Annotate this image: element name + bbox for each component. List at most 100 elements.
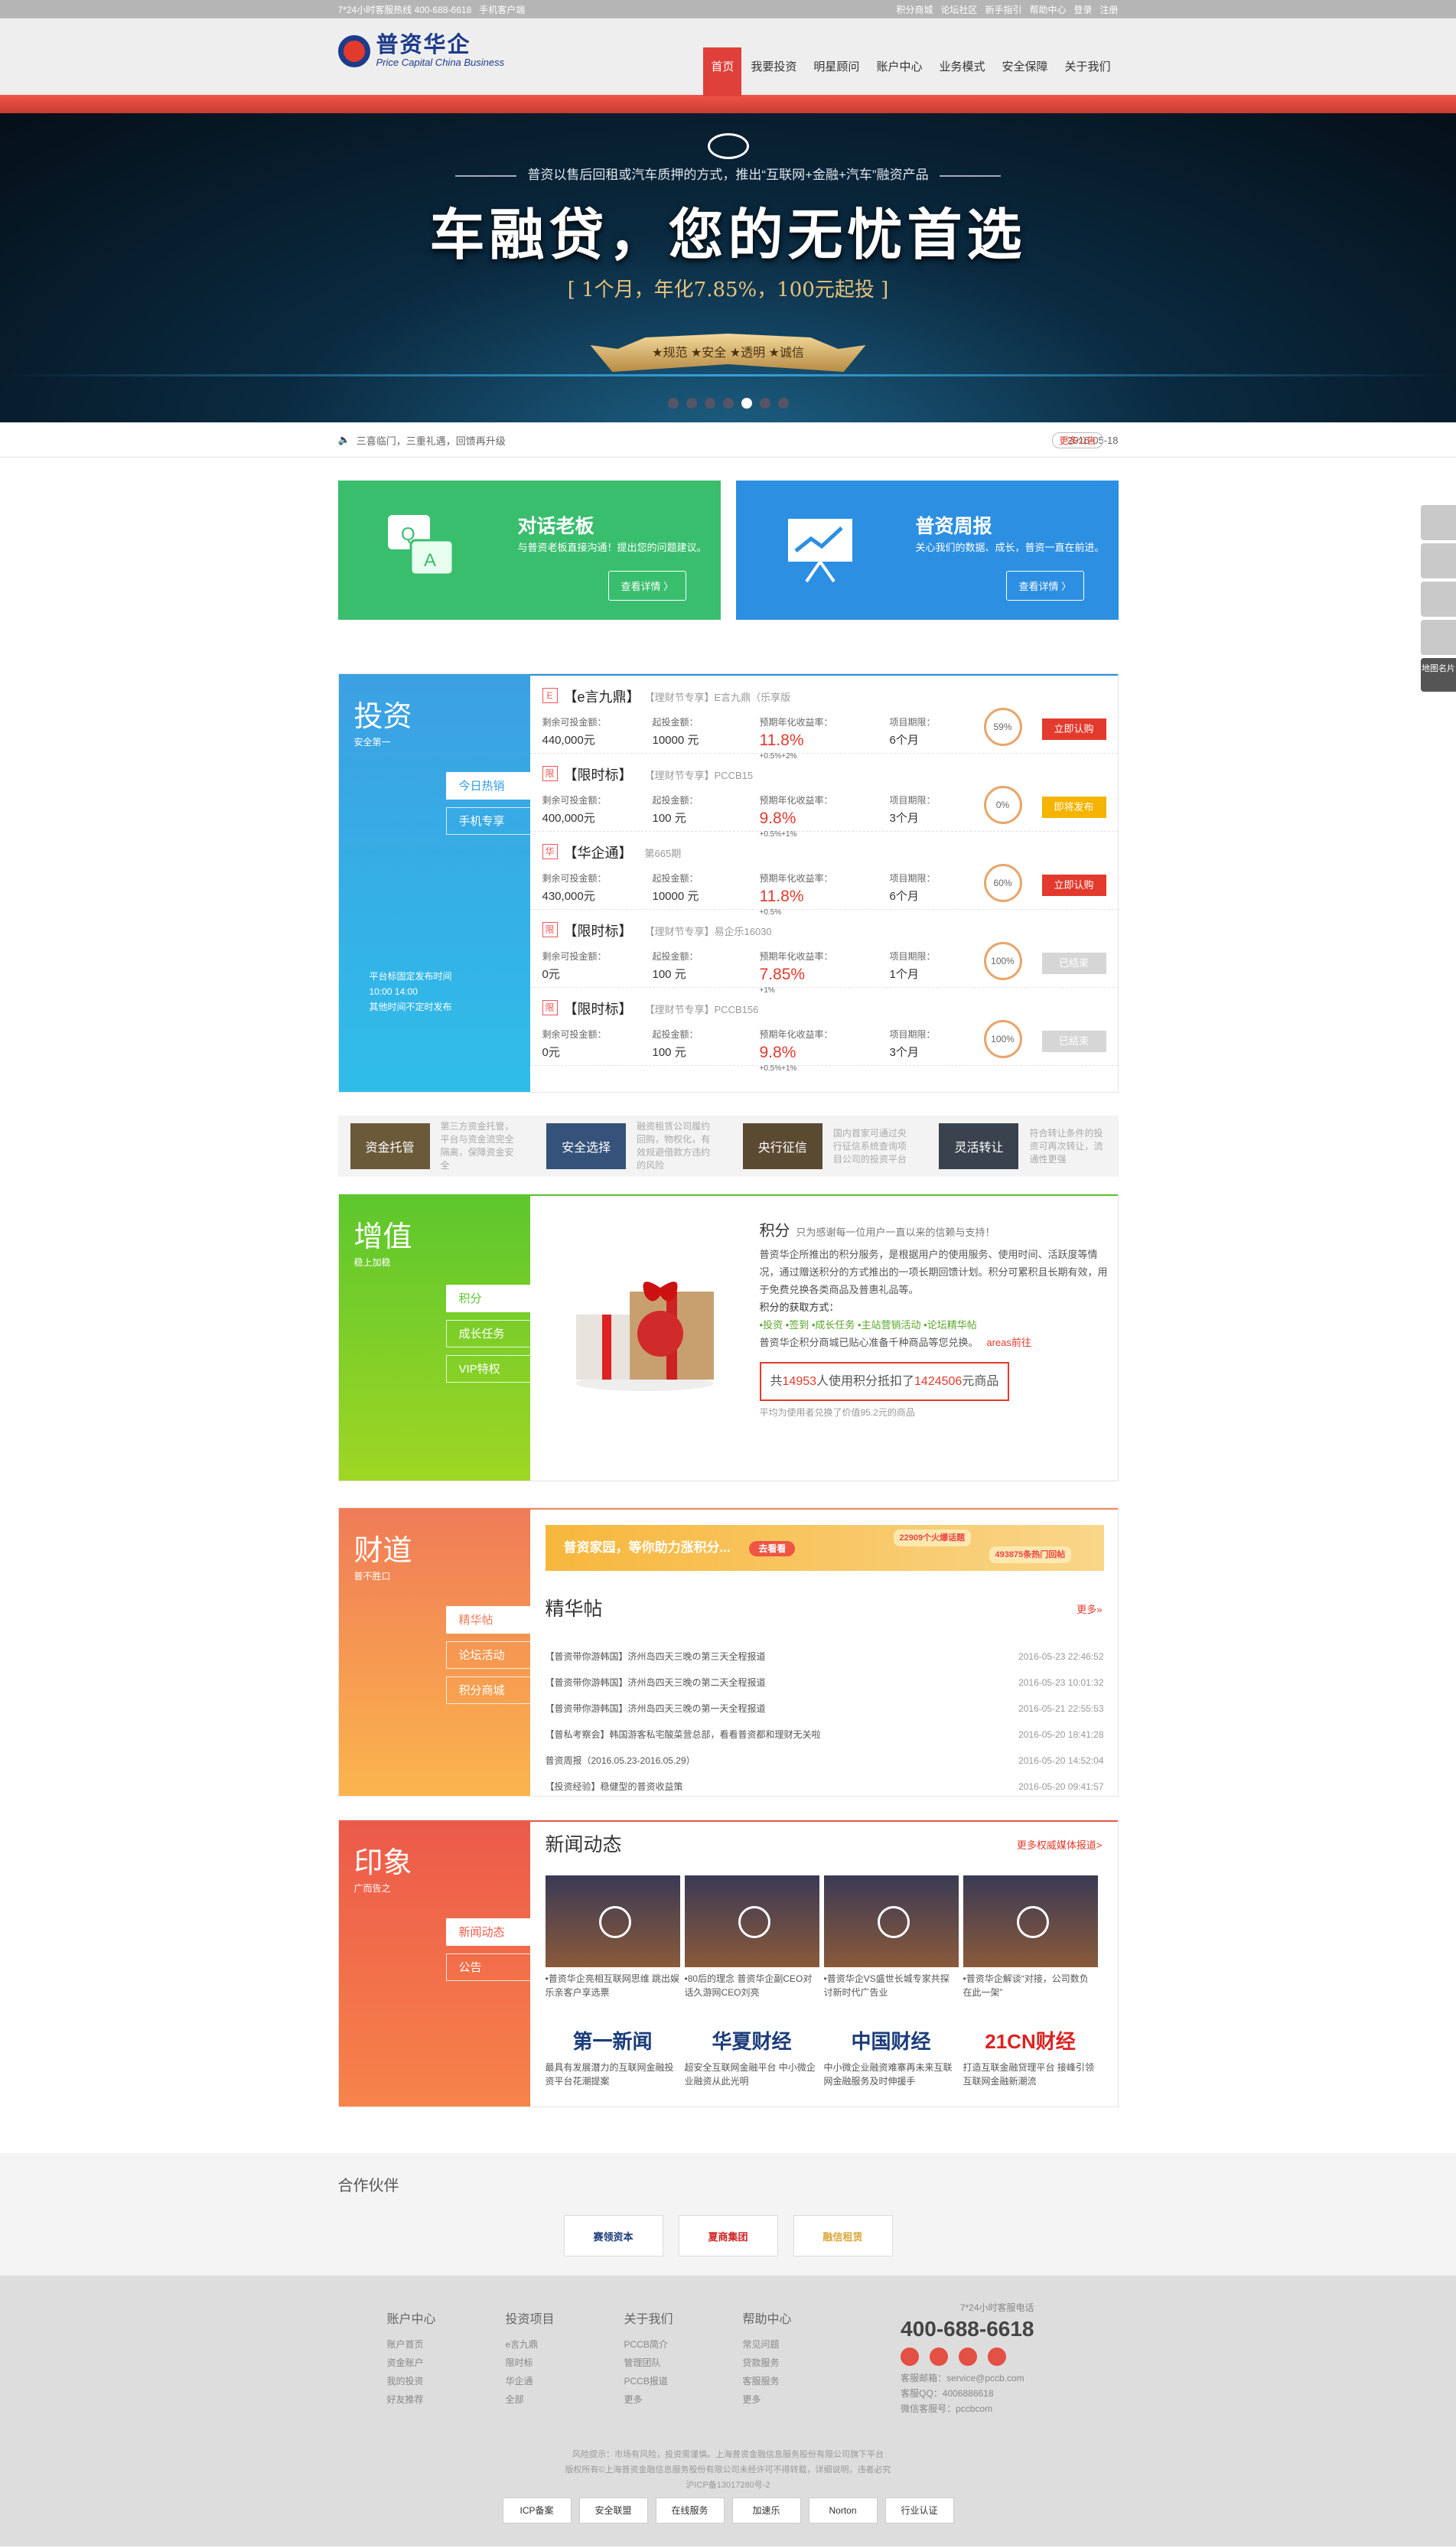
carousel-dot[interactable]	[759, 398, 770, 409]
register-link[interactable]: 注册	[1099, 5, 1118, 15]
qq-icon[interactable]	[959, 2348, 978, 2366]
tab-points-mall[interactable]: 积分商城	[445, 1676, 530, 1704]
more-posts-link[interactable]: 更多»	[1077, 1601, 1102, 1616]
feature-item[interactable]: 资金托管 第三方资金托管，平台与资金流完全隔离，保障资金安全	[338, 1116, 529, 1177]
product-name[interactable]: 【限时标】	[564, 920, 633, 940]
footer-link[interactable]: 贷款服务	[743, 2354, 862, 2372]
invest-button[interactable]: 立即认购	[1041, 718, 1106, 740]
service-icon[interactable]	[1421, 620, 1456, 655]
top-link[interactable]: 帮助中心	[1029, 5, 1066, 15]
footer-link[interactable]: 资金账户	[387, 2354, 506, 2372]
tab-hot[interactable]: 今日热销	[445, 772, 530, 800]
nav-business[interactable]: 业务模式	[931, 49, 992, 95]
view-details-button[interactable]: 查看详情 〉	[1005, 571, 1085, 601]
feature-item[interactable]: 安全选择 融资租赁公司履约回购，物权化，有效规避借款方违约的风险	[534, 1116, 725, 1177]
footer-link[interactable]: 更多	[743, 2390, 862, 2409]
product-name[interactable]: 【华企通】	[564, 842, 633, 862]
footer-link[interactable]: 好友推荐	[387, 2390, 506, 2409]
partner-logo[interactable]: 融信租赁	[793, 2215, 893, 2256]
post-title[interactable]: 【普资带你游韩国】济州岛四天三晚の第二天全程报道	[546, 1670, 766, 1696]
login-link[interactable]: 登录	[1073, 5, 1092, 15]
map-card-button[interactable]: 地图名片	[1421, 658, 1456, 692]
video-caption[interactable]: •普资华企VS盛世长城专家共探讨新时代广告业	[824, 1972, 959, 1999]
calculator-icon[interactable]	[1421, 505, 1456, 540]
video-item[interactable]: •普资华企解谈“对接，公司数负在此一架”	[963, 1875, 1098, 1999]
nav-security[interactable]: 安全保障	[994, 49, 1055, 95]
carousel-dot[interactable]	[777, 398, 789, 409]
edit-icon[interactable]	[1421, 543, 1456, 578]
footer-link[interactable]: 限时标	[506, 2354, 624, 2372]
chat-icon[interactable]	[1421, 582, 1456, 617]
footer-link[interactable]: 管理团队	[624, 2354, 743, 2372]
tab-mobile[interactable]: 手机专享	[445, 807, 530, 835]
partner-logo[interactable]: 赛领资本	[563, 2215, 663, 2256]
tab-essence[interactable]: 精华帖	[445, 1606, 530, 1634]
hero-banner[interactable]: 普资以售后回租或汽车质押的方式，推出“互联网+金融+汽车”融资产品 车融贷，您的…	[0, 113, 1456, 422]
notice-text[interactable]: 三喜临门，三重礼遇，回馈再升级	[357, 433, 1067, 448]
video-thumbnail[interactable]	[545, 1875, 680, 1967]
carousel-dot[interactable]	[704, 398, 715, 409]
app-link[interactable]: 手机客户端	[479, 5, 525, 15]
trust-badge[interactable]: 行业认证	[884, 2497, 954, 2524]
footer-link[interactable]: 更多	[624, 2390, 743, 2409]
trust-badge[interactable]: 安全联盟	[578, 2497, 648, 2524]
post-title[interactable]: 普资周报（2016.05.23-2016.05.29）	[546, 1748, 695, 1774]
footer-link[interactable]: 我的投资	[387, 2372, 506, 2390]
video-item[interactable]: •普资华企亮相互联网思维 跳出娱乐亲客户享选票	[545, 1875, 680, 1999]
post-title[interactable]: 【普资带你游韩国】济州岛四天三晚の第三天全程报道	[546, 1644, 766, 1670]
nav-about[interactable]: 关于我们	[1057, 49, 1118, 95]
tab-announcement[interactable]: 公告	[445, 1953, 530, 1981]
footer-link[interactable]: 华企通	[506, 2372, 624, 2390]
video-thumbnail[interactable]	[823, 1875, 959, 1967]
weibo-icon[interactable]	[901, 2348, 920, 2366]
product-name[interactable]: 【e言九鼎】	[564, 686, 640, 706]
video-caption[interactable]: •普资华企亮相互联网思维 跳出娱乐亲客户享选票	[546, 1972, 680, 1999]
footer-link[interactable]: 账户首页	[387, 2335, 506, 2354]
nav-account[interactable]: 账户中心	[868, 49, 930, 95]
footer-link[interactable]: e言九鼎	[506, 2335, 624, 2354]
forum-banner[interactable]: 普资家园，等你助力涨积分... 去看看 22909个火爆话题 493875条热门…	[545, 1525, 1104, 1571]
post-row[interactable]: 普资周报（2016.05.23-2016.05.29） 2016-05-20 14…	[546, 1748, 1104, 1774]
invest-button[interactable]: 已结束	[1041, 953, 1106, 974]
post-title[interactable]: 【投资经验】稳健型的普资收益策	[546, 1774, 683, 1800]
invest-button[interactable]: 即将发布	[1041, 797, 1106, 818]
product-name[interactable]: 【限时标】	[564, 999, 633, 1018]
carousel-dot[interactable]	[667, 398, 679, 409]
post-row[interactable]: 【投资经验】稳健型的普资收益策 2016-05-20 09:41:57	[546, 1774, 1104, 1800]
trust-badge[interactable]: Norton	[808, 2497, 878, 2524]
video-thumbnail[interactable]	[963, 1875, 1098, 1967]
video-caption[interactable]: •80后的理念 普资华企副CEO对话久游网CEO刘亮	[685, 1972, 819, 1999]
top-link[interactable]: 积分商城	[896, 5, 933, 15]
post-row[interactable]: 【普资带你游韩国】济州岛四天三晚の第三天全程报道 2016-05-23 22:46…	[546, 1644, 1104, 1670]
media-item[interactable]: 中国财经 中小微企业融资难寨再未来互联网金融服务及时伸援手	[824, 2022, 959, 2088]
product-name[interactable]: 【限时标】	[564, 764, 633, 784]
go-see-button[interactable]: 去看看	[749, 1541, 796, 1556]
wechat-icon[interactable]	[930, 2348, 949, 2366]
video-caption[interactable]: •普资华企解谈“对接，公司数负在此一架”	[963, 1972, 1098, 1999]
trust-badge[interactable]: ICP备案	[502, 2497, 572, 2524]
top-link[interactable]: 新手指引	[985, 5, 1021, 15]
trust-badge[interactable]: 在线服务	[655, 2497, 725, 2524]
points-link[interactable]: areas前往	[986, 1337, 1031, 1348]
nav-invest[interactable]: 我要投资	[743, 49, 804, 95]
invest-button[interactable]: 已结束	[1041, 1031, 1106, 1052]
media-item[interactable]: 第一新闻 最具有发展潜力的互联网金融投资平台花潮提案	[546, 2022, 680, 2088]
view-details-button[interactable]: 查看详情 〉	[607, 571, 687, 601]
footer-link[interactable]: 客服服务	[743, 2372, 862, 2390]
post-row[interactable]: 【普资带你游韩国】济州岛四天三晚の第一天全程报道 2016-05-21 22:55…	[546, 1696, 1104, 1722]
footer-link[interactable]: PCCB报道	[624, 2372, 743, 2390]
footer-link[interactable]: PCCB简介	[624, 2335, 743, 2354]
post-row[interactable]: 【普私考察会】韩国游客私宅酸菜营总部，看看普资都和理财无关啦 2016-05-20…	[546, 1722, 1104, 1748]
carousel-dot[interactable]	[722, 398, 734, 409]
partner-logo[interactable]: 夏商集团	[678, 2215, 778, 2256]
more-media-link[interactable]: 更多权威媒体报道>	[1017, 1837, 1103, 1852]
footer-link[interactable]: 常见问题	[743, 2335, 862, 2354]
post-title[interactable]: 【普资带你游韩国】济州岛四天三晚の第一天全程报道	[546, 1696, 766, 1722]
video-item[interactable]: •80后的理念 普资华企副CEO对话久游网CEO刘亮	[684, 1875, 819, 1999]
tab-forum-activity[interactable]: 论坛活动	[445, 1641, 530, 1669]
video-item[interactable]: •普资华企VS盛世长城专家共探讨新时代广告业	[823, 1875, 959, 1999]
more-notice-button[interactable]: 更多公告	[1052, 432, 1103, 448]
tab-points[interactable]: 积分	[445, 1285, 530, 1312]
tab-news[interactable]: 新闻动态	[445, 1918, 530, 1946]
feature-item[interactable]: 央行征信 国内首家可通过央行征信系统查询项目公司的投资平台	[731, 1116, 922, 1177]
